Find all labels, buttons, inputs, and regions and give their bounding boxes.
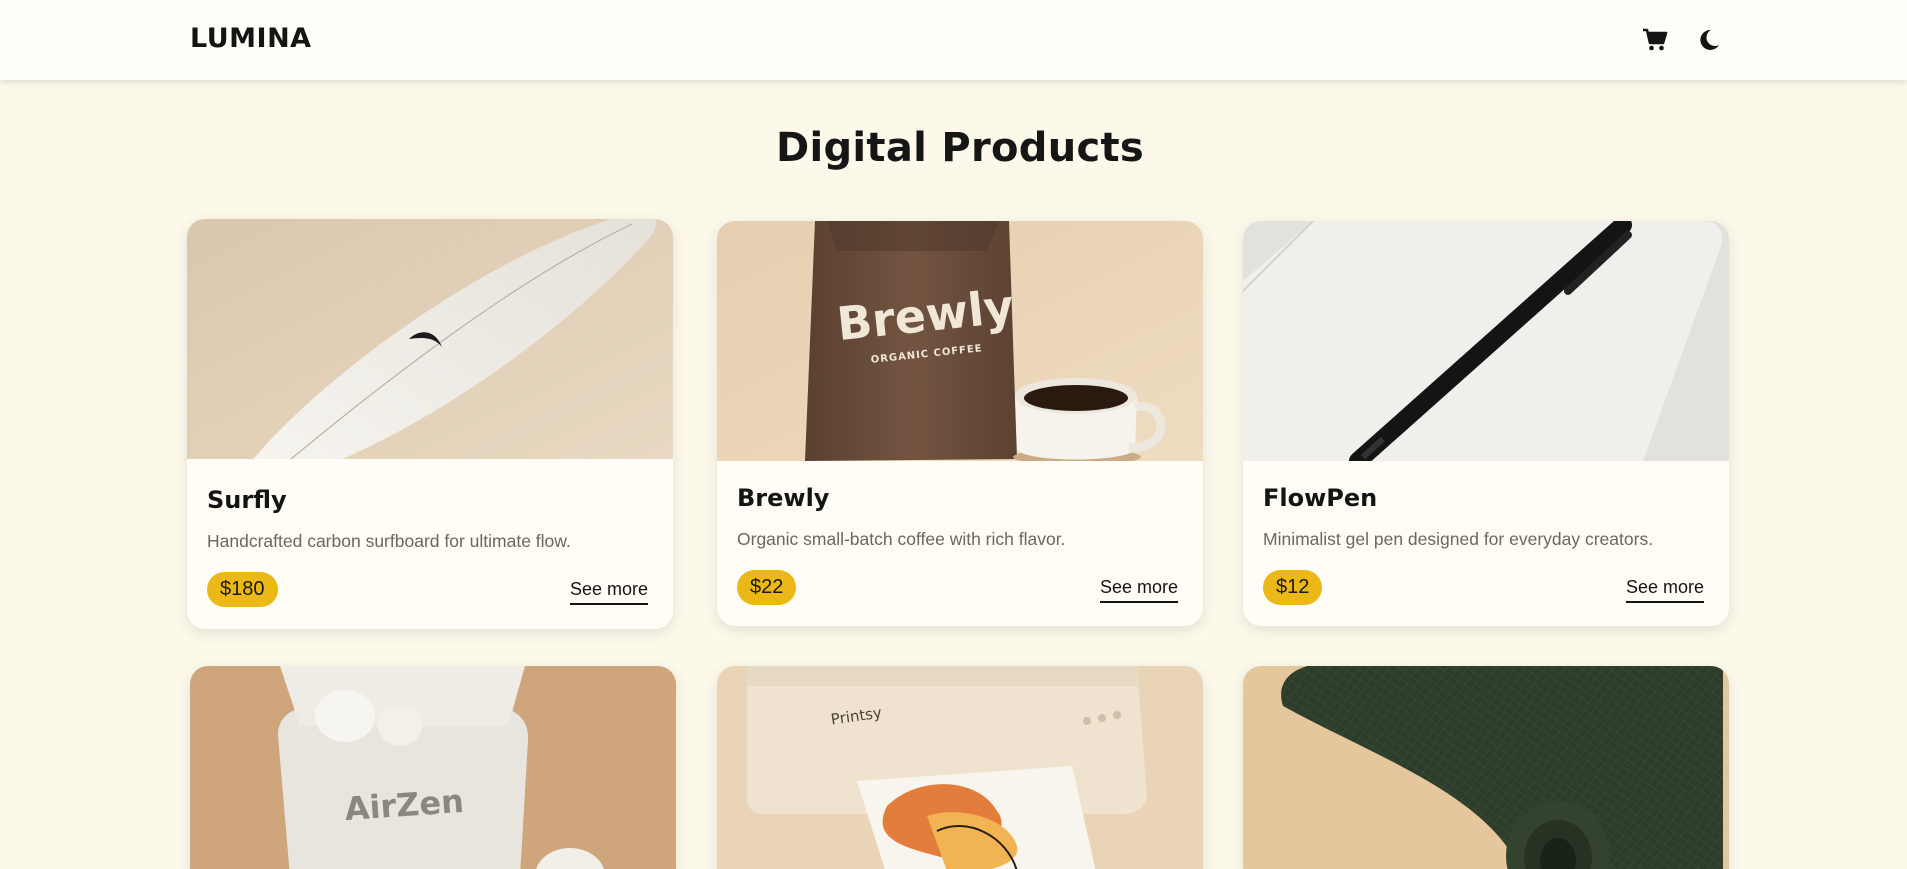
product-card-airzen[interactable]: AirZen — [190, 666, 676, 869]
cart-icon[interactable] — [1639, 24, 1671, 56]
product-description: Organic small-batch coffee with rich fla… — [737, 529, 1066, 549]
product-description: Handcrafted carbon surfboard for ultimat… — [207, 531, 571, 551]
see-more-link[interactable]: See more — [1099, 574, 1178, 603]
product-name: Brewly — [737, 484, 830, 512]
price-badge: $12 — [1263, 570, 1323, 605]
product-card-surfly[interactable]: Surfly Handcrafted carbon surfboard for … — [187, 219, 673, 629]
earbuds-image: AirZen — [190, 666, 676, 869]
product-card-printsy[interactable]: Printsy — [717, 666, 1203, 869]
moon-icon[interactable] — [1693, 24, 1725, 56]
page-title: Digital Products — [775, 125, 1145, 171]
yoga-mat-image — [1243, 666, 1729, 869]
product-description: Minimalist gel pen designed for everyday… — [1263, 529, 1654, 549]
coffee-bag-image: Brewly ORGANIC COFFEE — [717, 221, 1203, 461]
product-card-flowpen[interactable]: FlowPen Minimalist gel pen designed for … — [1243, 221, 1729, 626]
surfboard-image — [187, 219, 673, 459]
pen-image — [1243, 221, 1729, 461]
product-card-brewly[interactable]: Brewly ORGANIC COFFEE Brewly Organic sma… — [717, 221, 1203, 626]
printer-image: Printsy — [717, 666, 1203, 869]
product-card-yoga-mat[interactable] — [1243, 666, 1729, 869]
see-more-link[interactable]: See more — [1625, 574, 1704, 603]
product-name: FlowPen — [1263, 484, 1378, 512]
price-badge: $180 — [207, 572, 278, 607]
product-name: Surfly — [207, 486, 287, 514]
see-more-link[interactable]: See more — [569, 576, 648, 605]
brand-logo[interactable]: LUMINA — [190, 22, 312, 56]
top-navbar: LUMINA — [0, 0, 1907, 80]
price-badge: $22 — [737, 570, 797, 605]
